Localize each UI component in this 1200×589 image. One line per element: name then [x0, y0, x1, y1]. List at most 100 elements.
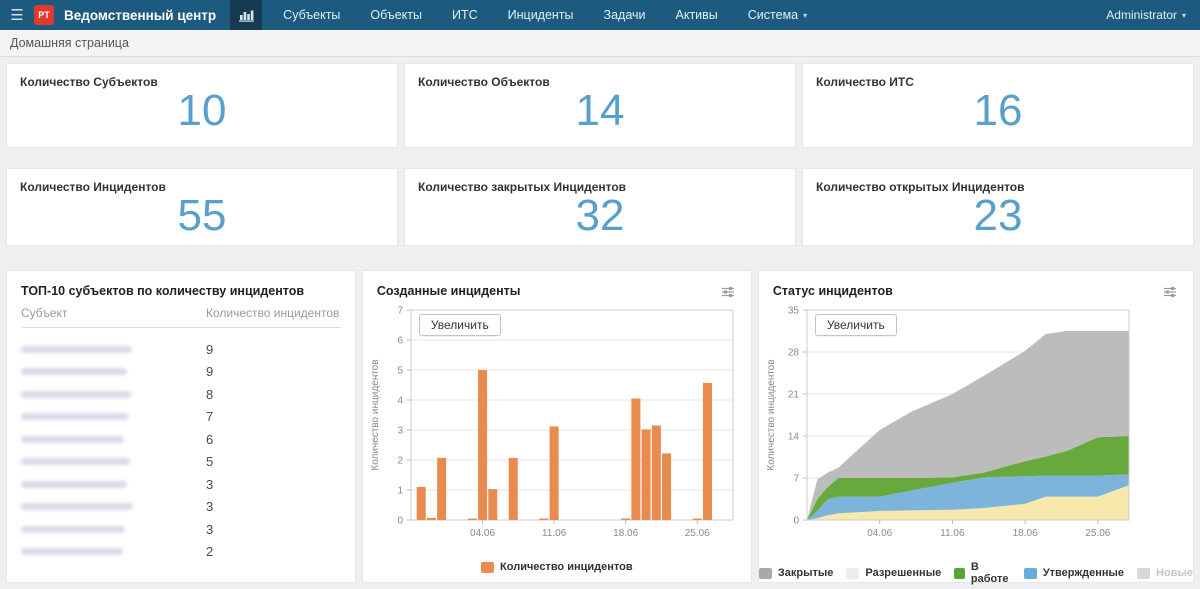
- stat-card-value: 14: [418, 89, 782, 141]
- legend-item[interactable]: Утвержденные: [1024, 561, 1124, 585]
- nav-item-assets[interactable]: Активы: [661, 0, 733, 30]
- zoom-button[interactable]: Увеличить: [419, 314, 501, 336]
- bar[interactable]: [468, 519, 477, 521]
- table-row[interactable]: 3: [21, 473, 341, 496]
- incident-count: 2: [206, 544, 341, 559]
- legend-item[interactable]: В работе: [954, 561, 1011, 585]
- nav-item-system[interactable]: Система▾: [733, 0, 822, 30]
- svg-text:25.06: 25.06: [1085, 528, 1110, 539]
- nav-items: Субъекты Объекты ИТС Инциденты ЗадачиАктивыС…: [268, 0, 822, 30]
- column-header-subject: Субъект: [21, 306, 206, 320]
- redacted-subject-name: [21, 436, 124, 443]
- table-row[interactable]: 6: [21, 428, 341, 451]
- legend-item[interactable]: Разрешенные: [846, 561, 941, 585]
- incident-count: 8: [206, 387, 341, 402]
- table-row[interactable]: 3: [21, 496, 341, 519]
- table-row[interactable]: 8: [21, 383, 341, 406]
- stat-card-value: 32: [418, 194, 782, 246]
- nav-item-incidents[interactable]: Инциденты: [493, 0, 589, 30]
- nav-item-label: Объекты: [370, 8, 422, 22]
- redacted-subject-name: [21, 458, 130, 465]
- stat-card-open-incidents-count: Количество открытых Инцидентов23: [802, 168, 1194, 246]
- bar[interactable]: [662, 453, 671, 520]
- bar[interactable]: [631, 399, 640, 521]
- bar[interactable]: [417, 487, 426, 520]
- top-subjects-table: Субъект Количество инцидентов 9987653332: [7, 302, 355, 563]
- redacted-subject-name: [21, 548, 123, 555]
- bar[interactable]: [703, 383, 712, 520]
- bar[interactable]: [509, 458, 518, 520]
- bar[interactable]: [549, 426, 558, 520]
- svg-text:0: 0: [793, 516, 799, 527]
- redacted-subject-name: [21, 503, 133, 510]
- incident-status-legend: Закрытые Разрешенные В работе Утвержденные Н…: [759, 561, 1193, 585]
- stat-card-its-count: Количество ИТС16: [802, 63, 1194, 148]
- svg-text:04.06: 04.06: [867, 528, 892, 539]
- bar-chart-canvas[interactable]: 0123456704.0611.0618.0625.06Количество и…: [367, 304, 747, 554]
- incident-count: 6: [206, 432, 341, 447]
- user-menu[interactable]: Administrator ▾: [1092, 0, 1200, 30]
- bar[interactable]: [652, 426, 661, 521]
- nav-item-its[interactable]: ИТС: [437, 0, 493, 30]
- table-body: 9 9 8 7 6 5 3 3 3 2: [21, 338, 341, 563]
- chevron-down-icon: ▾: [1182, 11, 1186, 20]
- legend-label: Количество инцидентов: [500, 561, 633, 573]
- incident-status-chart[interactable]: 071421283504.0611.0618.0625.06Количество…: [763, 304, 1189, 559]
- svg-text:Количество инцидентов: Количество инцидентов: [370, 359, 381, 470]
- incident-count: 3: [206, 477, 341, 492]
- incident-status-panel: Статус инцидентов 071421283504.0611.0618…: [758, 270, 1194, 583]
- app-logo-text: PT: [38, 10, 50, 20]
- svg-text:7: 7: [793, 474, 799, 485]
- nav-item-subjects[interactable]: Субъекты: [268, 0, 355, 30]
- zoom-button[interactable]: Увеличить: [815, 314, 897, 336]
- svg-text:4: 4: [397, 396, 403, 407]
- nav-item-dashboard[interactable]: [230, 0, 262, 30]
- legend-marker: [954, 568, 965, 579]
- legend-label: В работе: [971, 561, 1011, 585]
- bar[interactable]: [641, 429, 650, 520]
- app-logo: PT: [34, 5, 54, 25]
- chart-settings-icon[interactable]: [1163, 285, 1177, 303]
- stat-card-value: 10: [20, 89, 384, 141]
- legend-item[interactable]: Новые: [1137, 561, 1193, 585]
- created-incidents-chart[interactable]: 0123456704.0611.0618.0625.06Количество и…: [367, 304, 747, 559]
- svg-text:11.06: 11.06: [940, 528, 965, 539]
- nav-item-label: Инциденты: [508, 8, 574, 22]
- bar[interactable]: [693, 519, 702, 521]
- area-chart-canvas[interactable]: 071421283504.0611.0618.0625.06Количество…: [763, 304, 1143, 554]
- nav-item-tasks[interactable]: Задачи: [589, 0, 661, 30]
- bar[interactable]: [488, 489, 497, 520]
- redacted-subject-name: [21, 481, 127, 488]
- redacted-subject-name: [21, 391, 131, 398]
- bar[interactable]: [478, 370, 487, 520]
- nav-item-objects[interactable]: Объекты: [355, 0, 437, 30]
- incident-count: 3: [206, 522, 341, 537]
- table-row[interactable]: 9: [21, 361, 341, 384]
- legend-item[interactable]: Количество инцидентов: [481, 561, 633, 573]
- top-subjects-panel: ТОП-10 субъектов по количеству инциденто…: [6, 270, 356, 583]
- app-title: Ведомственный центр: [60, 0, 230, 30]
- stat-card-value: 16: [816, 89, 1180, 141]
- legend-item[interactable]: Закрытые: [759, 561, 834, 585]
- table-row[interactable]: 3: [21, 518, 341, 541]
- legend-marker: [481, 562, 494, 573]
- legend-label: Новые: [1156, 567, 1193, 579]
- created-incidents-title: Созданные инциденты: [363, 271, 751, 302]
- table-row[interactable]: 9: [21, 338, 341, 361]
- created-incidents-legend: Количество инцидентов: [363, 561, 751, 573]
- incident-count: 3: [206, 499, 341, 514]
- bar[interactable]: [621, 519, 630, 521]
- redacted-subject-name: [21, 368, 127, 375]
- legend-marker: [1024, 568, 1037, 579]
- chart-settings-icon[interactable]: [721, 285, 735, 303]
- bar[interactable]: [539, 519, 548, 521]
- redacted-subject-name: [21, 526, 125, 533]
- table-row[interactable]: 2: [21, 541, 341, 564]
- menu-button[interactable]: ☰: [0, 0, 34, 30]
- bar[interactable]: [427, 518, 436, 520]
- table-row[interactable]: 7: [21, 406, 341, 429]
- legend-marker: [1137, 568, 1150, 579]
- table-row[interactable]: 5: [21, 451, 341, 474]
- bar[interactable]: [437, 458, 446, 520]
- incident-count: 9: [206, 342, 341, 357]
